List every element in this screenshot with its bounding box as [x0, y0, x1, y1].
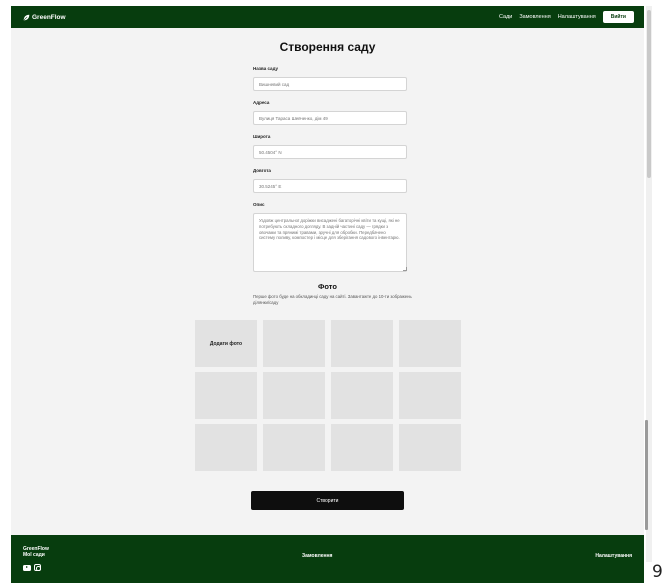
photo-slot[interactable] [399, 424, 461, 471]
longitude-label: Довгота [253, 168, 271, 173]
photo-slot[interactable] [399, 372, 461, 419]
description-wrapper [253, 213, 408, 272]
photo-slot[interactable] [195, 372, 257, 419]
description-label: Опис [253, 202, 265, 207]
create-button[interactable]: Створити [251, 491, 404, 510]
add-photo-label: Додати фото [209, 340, 243, 347]
footer-settings-link[interactable]: Налаштування [595, 553, 632, 559]
footer: GreenFlow Мої сади Замовлення Налаштуван… [11, 535, 644, 583]
scroll-indicator [645, 420, 648, 530]
photo-slot[interactable] [195, 424, 257, 471]
photo-grid: Додати фото [195, 320, 461, 471]
logo-text: GreenFlow [32, 13, 66, 21]
main-nav: Сади Замовлення Налаштування Вийти [499, 11, 634, 23]
nav-orders[interactable]: Замовлення [519, 14, 550, 20]
latitude-input[interactable] [253, 145, 407, 159]
photo-slot[interactable] [263, 372, 325, 419]
photos-title: Фото [318, 282, 337, 291]
photo-slot[interactable] [331, 320, 393, 367]
add-photo-tile[interactable]: Додати фото [195, 320, 257, 367]
photos-note: Перше фото буде на обкладинці саду на са… [253, 294, 412, 306]
photo-slot[interactable] [331, 372, 393, 419]
youtube-icon[interactable] [23, 564, 31, 571]
address-label: Адреса [253, 100, 270, 105]
photo-slot[interactable] [399, 320, 461, 367]
nav-gardens[interactable]: Сади [499, 14, 512, 20]
resize-handle-icon[interactable] [403, 267, 407, 271]
social-links [23, 564, 41, 571]
name-label: Назва саду [253, 66, 278, 71]
instagram-icon[interactable] [34, 564, 41, 571]
scrollbar-thumb[interactable] [647, 10, 651, 178]
page-title: Створення саду [279, 40, 376, 54]
photo-slot[interactable] [263, 424, 325, 471]
latitude-label: Широта [253, 134, 271, 139]
photo-slot[interactable] [263, 320, 325, 367]
top-navbar: GreenFlow Сади Замовлення Налаштування В… [11, 6, 644, 28]
page: GreenFlow Сади Замовлення Налаштування В… [11, 6, 644, 583]
clipped-text: 9 [652, 562, 663, 582]
footer-my-gardens[interactable]: Мої сади [23, 552, 49, 558]
nav-settings[interactable]: Налаштування [558, 14, 596, 20]
longitude-input[interactable] [253, 179, 407, 193]
leaf-icon [23, 14, 30, 21]
footer-orders-link[interactable]: Замовлення [302, 553, 332, 559]
address-input[interactable] [253, 111, 407, 125]
logout-button[interactable]: Вийти [602, 11, 634, 23]
footer-brand: GreenFlow Мої сади [23, 546, 49, 558]
photo-slot[interactable] [331, 424, 393, 471]
description-textarea[interactable] [253, 213, 407, 272]
name-input[interactable] [253, 77, 407, 91]
garden-form: Назва саду Адреса Широта Довгота Опис [253, 66, 408, 272]
logo[interactable]: GreenFlow [23, 14, 66, 21]
